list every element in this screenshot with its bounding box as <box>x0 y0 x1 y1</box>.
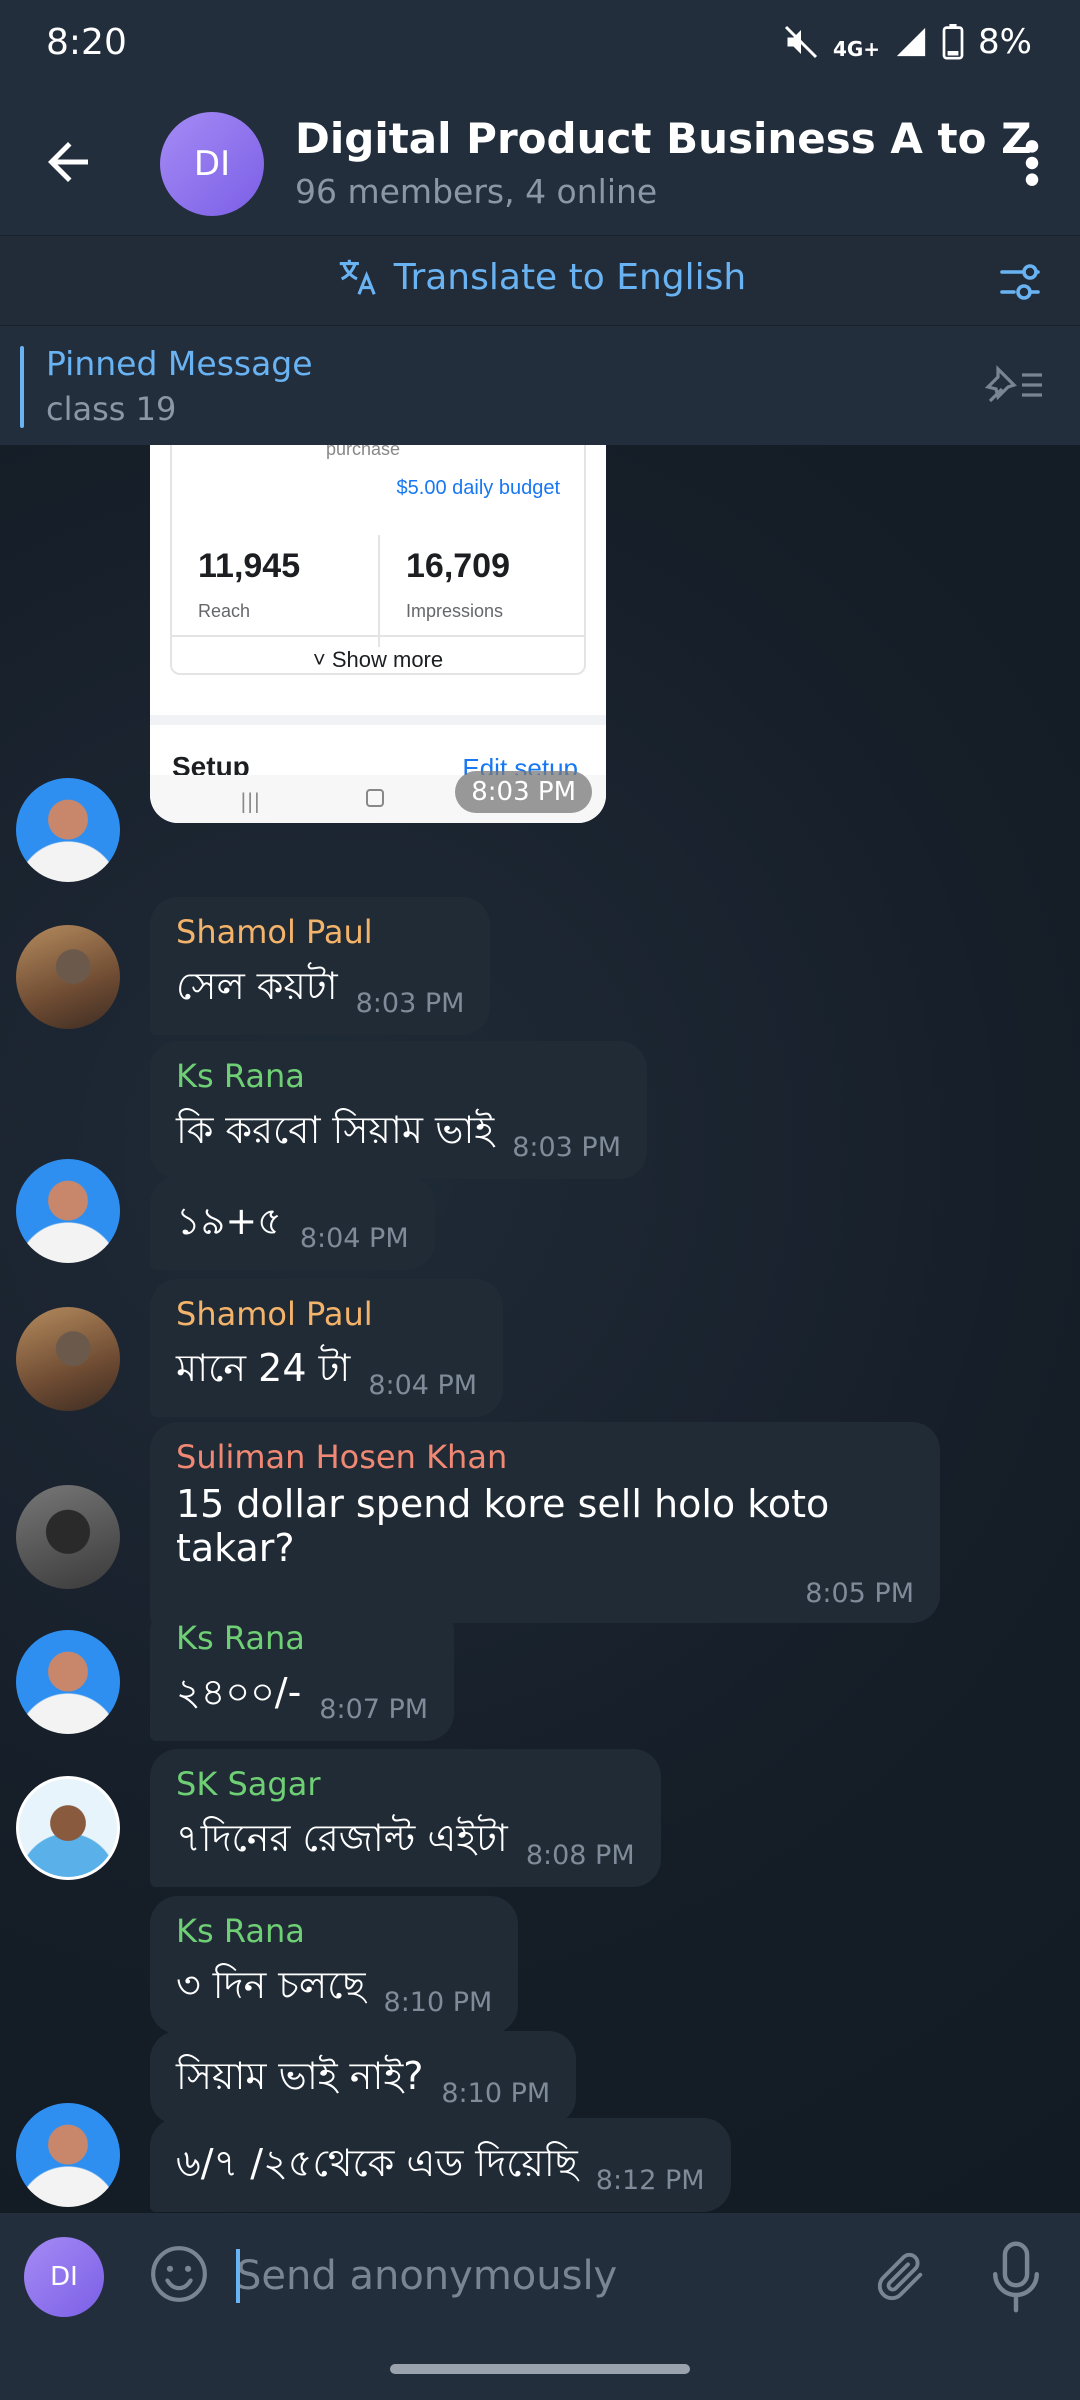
message-text: ১৯+৫ <box>176 1199 282 1243</box>
translate-button[interactable]: Translate to English <box>0 254 1080 300</box>
pinned-message[interactable]: Pinned Message class 19 <box>0 325 1080 445</box>
status-indicators: 4G+ 8% <box>783 22 1032 62</box>
emoji-icon[interactable] <box>148 2243 210 2305</box>
translate-icon <box>339 259 376 295</box>
chat-title[interactable]: Digital Product Business A to Z <box>295 114 1032 163</box>
message-time: 8:04 PM <box>368 1370 478 1401</box>
message-text: ৬/৭ /২৫থেকে এড দিয়েছি <box>176 2141 578 2185</box>
message-time: 8:08 PM <box>525 1840 635 1871</box>
avatar[interactable] <box>16 1307 120 1411</box>
chevron-down-icon: ˅ <box>312 647 332 672</box>
status-bar: 8:20 4G+ 8% <box>0 0 1080 90</box>
pinned-title: Pinned Message <box>46 344 313 383</box>
send-as-avatar[interactable]: DI <box>24 2237 104 2317</box>
message-time: 8:10 PM <box>383 1987 493 2018</box>
group-avatar[interactable]: DI <box>160 112 264 216</box>
message-text: 15 dollar spend kore sell holo koto taka… <box>176 1482 830 1570</box>
message-bubble[interactable]: সিয়াম ভাই নাই? 8:10 PM <box>150 2031 577 2125</box>
reach-value: 11,945 <box>198 547 301 585</box>
show-more-label: Show more <box>331 647 444 672</box>
chat-header: DI Digital Product Business A to Z 96 me… <box>0 90 1080 235</box>
photo-time: 8:03 PM <box>455 771 592 813</box>
purchase-label: purchase <box>326 445 401 459</box>
stats-divider <box>378 535 380 647</box>
avatar[interactable] <box>16 925 120 1029</box>
battery-icon <box>942 24 964 60</box>
sender-name[interactable]: Shamol Paul <box>176 1295 477 1333</box>
signal-icon <box>896 27 926 57</box>
pinned-text: class 19 <box>46 390 177 428</box>
show-more: ˅ Show more <box>172 647 584 673</box>
message-input[interactable] <box>236 2243 816 2309</box>
translate-settings-icon[interactable] <box>996 258 1044 306</box>
message-bubble[interactable]: Ks Rana ৩ দিন চলছে 8:10 PM <box>150 1896 519 2034</box>
mute-icon <box>784 25 818 59</box>
message-time: 8:04 PM <box>299 1223 409 1254</box>
group-avatar-initials: DI <box>193 144 231 184</box>
chat-subtitle: 96 members, 4 online <box>295 172 658 211</box>
message-bubble[interactable]: Shamol Paul মানে 24 টা 8:04 PM <box>150 1279 504 1417</box>
message-text: ৭দিনের রেজাল্ট এইটা <box>176 1816 508 1860</box>
sender-name[interactable]: SK Sagar <box>176 1765 635 1803</box>
message-time: 8:10 PM <box>441 2078 551 2109</box>
message-bubble[interactable]: SK Sagar ৭দিনের রেজাল্ট এইটা 8:08 PM <box>150 1749 661 1887</box>
message-time: 8:03 PM <box>355 988 465 1019</box>
avatar[interactable] <box>16 1776 120 1880</box>
sender-name[interactable]: Ks Rana <box>176 1912 492 1950</box>
reach-label: Reach <box>198 601 251 621</box>
message-bubble[interactable]: Ks Rana কি করবো সিয়াম ভাই 8:03 PM <box>150 1041 647 1179</box>
sender-name[interactable]: Ks Rana <box>176 1619 428 1657</box>
send-as-initials: DI <box>50 2262 78 2292</box>
sender-name[interactable]: Shamol Paul <box>176 913 464 951</box>
back-arrow-icon[interactable] <box>38 132 98 192</box>
status-time: 8:20 <box>46 22 127 63</box>
message-bubble[interactable]: Shamol Paul সেল কয়টা 8:03 PM <box>150 897 491 1035</box>
pinned-list-icon[interactable] <box>982 360 1046 410</box>
system-nav-bar <box>0 2340 1080 2400</box>
message-bubble[interactable]: Ks Rana ২৪০০/- 8:07 PM <box>150 1603 455 1741</box>
impressions-value: 16,709 <box>406 547 510 585</box>
message-bubble[interactable]: ১৯+৫ 8:04 PM <box>150 1176 435 1270</box>
message-text: ৩ দিন চলছে <box>176 1963 366 2007</box>
message-text: কি করবো সিয়াম ভাই <box>176 1108 495 1152</box>
home-icon <box>366 789 384 807</box>
battery-percent: 8% <box>978 22 1032 62</box>
message-bubble[interactable]: ৬/৭ /২৫থেকে এড দিয়েছি 8:12 PM <box>150 2118 731 2212</box>
avatar[interactable] <box>16 1159 120 1263</box>
recents-icon: ||| <box>240 789 261 813</box>
message-text: সিয়াম ভাই নাই? <box>176 2054 424 2098</box>
avatar[interactable] <box>16 778 120 882</box>
network-label: 4G+ <box>832 37 881 61</box>
message-time: 8:12 PM <box>595 2165 705 2196</box>
message-text: ২৪০০/- <box>176 1670 302 1714</box>
screenshot-ad-card: purchase $5.00 daily budget 11,945 16,70… <box>170 445 586 675</box>
photo-message[interactable]: purchase $5.00 daily budget 11,945 16,70… <box>150 445 606 823</box>
budget-label: $5.00 daily budget <box>396 477 560 499</box>
sender-name[interactable]: Suliman Hosen Khan <box>176 1438 914 1476</box>
avatar[interactable] <box>16 2103 120 2207</box>
translate-bar: Translate to English <box>0 235 1080 325</box>
message-bubble[interactable]: Suliman Hosen Khan 15 dollar spend kore … <box>150 1422 940 1623</box>
microphone-icon[interactable] <box>990 2241 1042 2313</box>
message-composer: DI <box>0 2213 1080 2340</box>
impressions-label: Impressions <box>406 601 504 621</box>
avatar[interactable] <box>16 1485 120 1589</box>
pinned-indicator <box>20 346 24 428</box>
more-vertical-icon[interactable] <box>1020 138 1044 188</box>
message-time: 8:03 PM <box>512 1132 621 1163</box>
message-time: 8:07 PM <box>319 1694 429 1725</box>
avatar[interactable] <box>16 1630 120 1734</box>
sender-name[interactable]: Ks Rana <box>176 1057 621 1095</box>
card-divider <box>172 635 584 637</box>
home-gesture-handle[interactable] <box>390 2364 690 2374</box>
attach-icon[interactable] <box>872 2245 930 2307</box>
text-cursor <box>236 2249 240 2303</box>
message-text: সেল কয়টা <box>176 964 338 1008</box>
message-list[interactable]: purchase $5.00 daily budget 11,945 16,70… <box>0 445 1080 2213</box>
message-text: মানে 24 টা <box>176 1346 351 1390</box>
section-separator <box>150 715 606 725</box>
translate-label: Translate to English <box>393 256 747 298</box>
